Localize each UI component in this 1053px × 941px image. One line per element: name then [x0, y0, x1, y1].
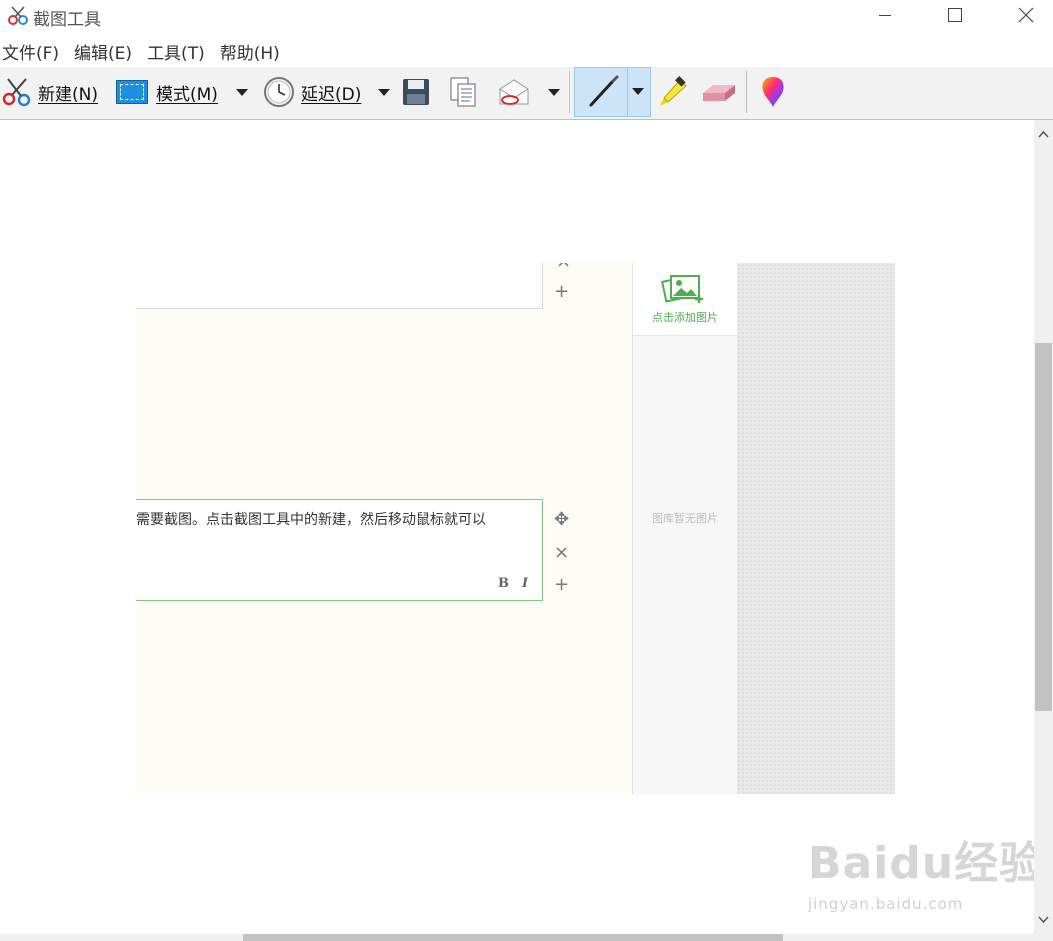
mode-dropdown[interactable] — [236, 67, 248, 117]
chevron-down-icon — [236, 88, 248, 96]
close-button[interactable] — [1003, 0, 1049, 30]
scissors-icon — [2, 78, 31, 107]
snip-editor-area: × + 需要截图。点击截图工具中的新建，然后移动鼠标就可以 B I ✥ × + — [136, 263, 633, 794]
add-image-icon — [661, 275, 703, 303]
menu-tools[interactable]: 工具(T) — [145, 39, 212, 64]
snip-background-pattern — [737, 263, 895, 794]
copy-button[interactable] — [448, 67, 478, 117]
window-title: 截图工具 — [33, 10, 101, 30]
close-icon — [1018, 7, 1034, 23]
send-button[interactable] — [497, 67, 533, 117]
snipping-tool-icon — [8, 6, 28, 25]
mode-label: 模式(M) — [156, 84, 218, 105]
maximize-icon — [948, 8, 962, 22]
send-mail-icon — [499, 79, 529, 105]
move-icon: ✥ — [554, 509, 570, 530]
close-icon: × — [556, 263, 571, 272]
new-label: 新建(N) — [38, 84, 98, 105]
eraser-icon — [703, 85, 735, 101]
snip-text-box-top — [136, 263, 543, 309]
minimize-icon — [879, 14, 891, 16]
delay-button[interactable]: 延迟(D) — [262, 67, 361, 117]
horizontal-scroll-thumb[interactable] — [243, 934, 783, 941]
snip-move-ctrl: ✥ — [554, 509, 569, 530]
toolbar-divider — [569, 71, 570, 113]
title-bar: 截图工具 — [0, 0, 1053, 32]
paint3d-button[interactable] — [758, 67, 788, 117]
pen-button[interactable] — [574, 67, 651, 117]
paint3d-icon — [762, 77, 784, 107]
eraser-button[interactable] — [699, 67, 737, 117]
snip-text-line: 需要截图。点击截图工具中的新建，然后移动鼠标就可以 — [136, 512, 486, 528]
snip-close-ctrl: × — [554, 542, 569, 563]
copy-icon — [450, 77, 476, 107]
send-dropdown[interactable] — [548, 67, 560, 117]
captured-snip: × + 需要截图。点击截图工具中的新建，然后移动鼠标就可以 B I ✥ × + — [136, 263, 895, 794]
minimize-button[interactable] — [862, 0, 908, 30]
bold-icon: B — [498, 576, 509, 591]
chevron-down-icon[interactable] — [632, 88, 644, 95]
rectangle-mode-icon — [116, 80, 148, 104]
snip-close-ctrl-top: × — [556, 263, 571, 272]
highlighter-icon — [660, 76, 687, 106]
plus-icon: + — [554, 281, 570, 302]
baidu-watermark: Baidu经验 — [808, 838, 1045, 889]
maximize-button[interactable] — [932, 0, 978, 30]
snip-image-panel: 点击添加图片 图库暂无图片 — [632, 263, 738, 794]
vertical-scroll-thumb[interactable] — [1035, 343, 1052, 711]
clock-icon — [264, 77, 294, 107]
menu-file[interactable]: 文件(F) — [0, 39, 66, 64]
add-image-label: 点击添加图片 — [652, 311, 718, 324]
menu-edit[interactable]: 编辑(E) — [72, 39, 139, 64]
snip-text-box: 需要截图。点击截图工具中的新建，然后移动鼠标就可以 B I — [136, 499, 543, 601]
highlighter-button[interactable] — [654, 67, 690, 117]
chevron-down-icon — [378, 88, 390, 96]
save-button[interactable] — [401, 67, 431, 117]
pen-icon — [589, 75, 619, 107]
scroll-up-icon[interactable] — [1038, 130, 1049, 138]
delay-dropdown[interactable] — [378, 67, 390, 117]
save-icon — [403, 79, 429, 105]
delay-label: 延迟(D) — [301, 84, 362, 105]
empty-gallery-label: 图库暂无图片 — [652, 512, 718, 525]
toolbar: 新建(N) 模式(M) 延迟(D) — [0, 67, 1053, 120]
menu-bar: 文件(F) 编辑(E) 工具(T) 帮助(H) — [0, 36, 1053, 66]
mode-button[interactable]: 模式(M) — [116, 67, 218, 117]
baidu-watermark-url: jingyan.baidu.com — [808, 895, 964, 913]
snip-add-image: 点击添加图片 — [633, 263, 737, 336]
plus-icon: + — [554, 574, 570, 595]
toolbar-divider — [746, 71, 747, 113]
menu-help[interactable]: 帮助(H) — [218, 39, 287, 64]
italic-icon: I — [522, 576, 529, 591]
snip-add-ctrl-top: + — [554, 281, 569, 302]
close-icon: × — [554, 542, 570, 563]
scroll-down-icon[interactable] — [1038, 916, 1049, 924]
new-button[interactable]: 新建(N) — [0, 67, 98, 117]
chevron-down-icon — [548, 88, 560, 96]
snip-add-ctrl: + — [554, 574, 569, 595]
